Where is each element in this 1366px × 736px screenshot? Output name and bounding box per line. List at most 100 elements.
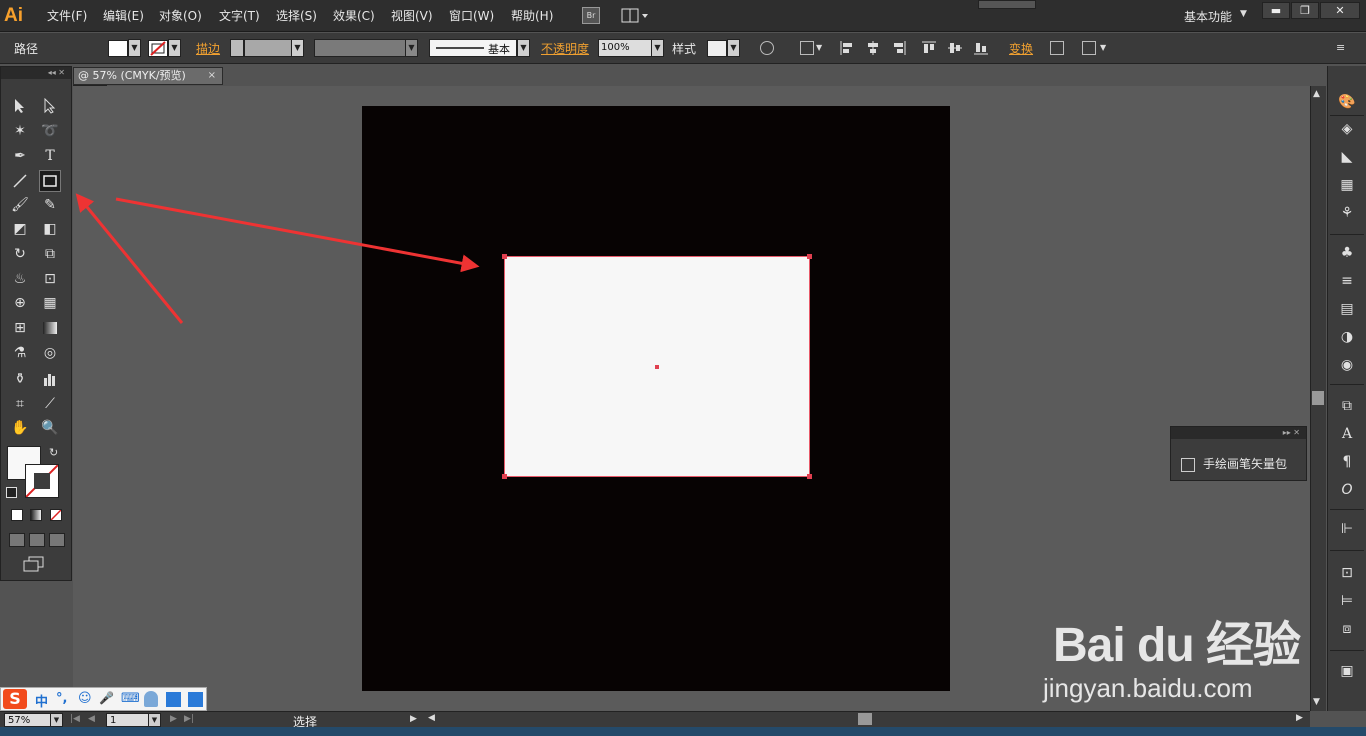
- bridge-button[interactable]: Br: [582, 7, 600, 24]
- prev-artboard-icon[interactable]: ◀: [88, 714, 95, 724]
- gradient-mode-button[interactable]: [30, 509, 42, 521]
- last-artboard-icon[interactable]: ▶|: [184, 714, 194, 724]
- ime-user-icon[interactable]: [144, 691, 158, 707]
- rotate-tool[interactable]: ↻: [9, 243, 31, 265]
- paragraph-panel-icon[interactable]: ¶: [1338, 453, 1356, 471]
- fill-dropdown[interactable]: ▼: [128, 39, 141, 57]
- blob-brush-tool[interactable]: ◩: [9, 218, 31, 240]
- mesh-tool[interactable]: ⊞: [9, 317, 31, 339]
- paintbrush-tool[interactable]: 🖌: [9, 194, 31, 216]
- document-tab[interactable]: @ 57% (CMYK/预览) ×: [73, 67, 223, 85]
- windows-taskbar[interactable]: [0, 727, 1366, 736]
- selection-handle-top-left[interactable]: [502, 254, 507, 259]
- graphic-styles-icon[interactable]: ⧉: [1338, 397, 1356, 415]
- align-center-icon[interactable]: [866, 41, 880, 55]
- menu-object[interactable]: 对象(O): [159, 8, 202, 24]
- links-panel-icon[interactable]: ▣: [1338, 662, 1356, 680]
- stroke-weight-input[interactable]: [244, 39, 292, 57]
- draw-normal-button[interactable]: [9, 533, 25, 547]
- draw-inside-button[interactable]: [49, 533, 65, 547]
- recolor-icon[interactable]: [760, 41, 774, 55]
- transparency-panel-icon[interactable]: ◑: [1338, 328, 1356, 346]
- isolate-icon[interactable]: [1050, 41, 1064, 55]
- zoom-tool[interactable]: 🔍: [39, 417, 61, 439]
- horizontal-scroll-thumb[interactable]: [858, 713, 872, 725]
- gradient-tool[interactable]: [39, 317, 61, 339]
- layers-panel-icon[interactable]: ◈: [1338, 120, 1356, 138]
- fill-swatch[interactable]: [108, 40, 128, 57]
- ime-voice-icon[interactable]: 🎤: [99, 691, 114, 705]
- artboard-number-input[interactable]: 1: [106, 713, 150, 727]
- draw-behind-button[interactable]: [29, 533, 45, 547]
- ime-chinese-mode[interactable]: 中: [35, 691, 48, 710]
- stroke-swatch[interactable]: [148, 40, 168, 57]
- opacity-dropdown[interactable]: ▼: [651, 39, 664, 57]
- maximize-button[interactable]: ❐: [1291, 2, 1319, 19]
- next-artboard-icon[interactable]: ▶: [170, 714, 177, 724]
- symbol-sprayer-tool[interactable]: ⚱: [9, 368, 31, 390]
- variable-width-dropdown[interactable]: ▼: [405, 39, 418, 57]
- swap-colors-icon[interactable]: ↻: [49, 446, 58, 459]
- appearance-panel-icon[interactable]: ◉: [1338, 356, 1356, 374]
- align-left-icon[interactable]: [840, 41, 854, 55]
- align-bottom-icon[interactable]: [974, 41, 988, 55]
- brush-dropdown[interactable]: ▼: [517, 39, 530, 57]
- free-transform-tool[interactable]: ⊡: [39, 268, 61, 290]
- chevron-down-icon[interactable]: ▼: [1240, 9, 1247, 19]
- stroke-color-box[interactable]: [25, 464, 59, 498]
- selection-handle-bottom-left[interactable]: [502, 474, 507, 479]
- column-graph-tool[interactable]: [39, 368, 61, 390]
- menu-type[interactable]: 文字(T): [219, 8, 260, 24]
- perspective-grid-tool[interactable]: ▦: [39, 292, 61, 314]
- none-mode-button[interactable]: [50, 509, 62, 521]
- artboard-tool[interactable]: ⌗: [9, 393, 31, 415]
- opacity-label[interactable]: 不透明度: [541, 40, 589, 57]
- transform-label[interactable]: 变换: [1009, 40, 1033, 57]
- ime-emoji-icon[interactable]: ☺: [78, 691, 92, 706]
- gradient-panel-icon[interactable]: ▤: [1338, 300, 1356, 318]
- character-panel-icon[interactable]: A: [1338, 425, 1356, 443]
- ime-punctuation[interactable]: °,: [56, 691, 67, 706]
- brushes-panel-icon[interactable]: ♣: [1338, 244, 1356, 262]
- tab-close-icon[interactable]: ×: [208, 68, 216, 84]
- stroke-weight-stepper[interactable]: [230, 39, 244, 57]
- type-tool[interactable]: T: [39, 145, 61, 167]
- variable-width-profile[interactable]: [314, 39, 406, 57]
- menu-view[interactable]: 视图(V): [391, 8, 433, 24]
- stroke-dropdown[interactable]: ▼: [168, 39, 181, 57]
- align-middle-icon[interactable]: [948, 41, 962, 55]
- direct-selection-tool[interactable]: [39, 95, 61, 117]
- tools-panel-header[interactable]: ◂◂ ✕: [1, 67, 71, 79]
- envelope-icon[interactable]: [1082, 41, 1096, 55]
- scroll-left-icon[interactable]: ◀: [428, 713, 435, 723]
- minimize-button[interactable]: ▬: [1262, 2, 1290, 19]
- rectangle-tool[interactable]: [39, 170, 61, 192]
- brush-panel-header[interactable]: ▸▸ ✕: [1171, 427, 1306, 439]
- shape-builder-tool[interactable]: ⊕: [9, 292, 31, 314]
- style-dropdown[interactable]: ▼: [727, 39, 740, 57]
- align-panel-icon[interactable]: ⊩: [1338, 520, 1356, 538]
- selection-handle-top-right[interactable]: [807, 254, 812, 259]
- zoom-input[interactable]: 57%: [4, 713, 52, 727]
- menu-effect[interactable]: 效果(C): [333, 8, 375, 24]
- opacity-input[interactable]: 100%: [598, 39, 652, 57]
- brush-library-item[interactable]: 手绘画笔矢量包: [1181, 455, 1287, 472]
- default-colors-icon[interactable]: [6, 487, 17, 498]
- menu-select[interactable]: 选择(S): [276, 8, 317, 24]
- menu-file[interactable]: 文件(F): [47, 8, 87, 24]
- color-panel-icon[interactable]: 🎨: [1338, 93, 1356, 111]
- ime-keyboard-icon[interactable]: ⌨: [121, 691, 140, 706]
- menu-window[interactable]: 窗口(W): [449, 8, 494, 24]
- stroke-panel-icon[interactable]: ≡: [1338, 272, 1356, 290]
- opentype-panel-icon[interactable]: O: [1338, 481, 1356, 499]
- stroke-weight-dropdown[interactable]: ▼: [291, 39, 304, 57]
- workspace-switcher[interactable]: 基本功能: [1184, 8, 1232, 25]
- scroll-right-icon[interactable]: ▶: [1296, 713, 1303, 723]
- align-to-icon[interactable]: [800, 41, 814, 55]
- first-artboard-icon[interactable]: |◀: [70, 714, 80, 724]
- menu-help[interactable]: 帮助(H): [511, 8, 553, 24]
- screen-mode-button[interactable]: [23, 556, 45, 572]
- transform-panel-icon[interactable]: ⊡: [1338, 564, 1356, 582]
- zoom-dropdown[interactable]: ▼: [50, 713, 63, 727]
- brush-definition[interactable]: 基本: [429, 39, 517, 57]
